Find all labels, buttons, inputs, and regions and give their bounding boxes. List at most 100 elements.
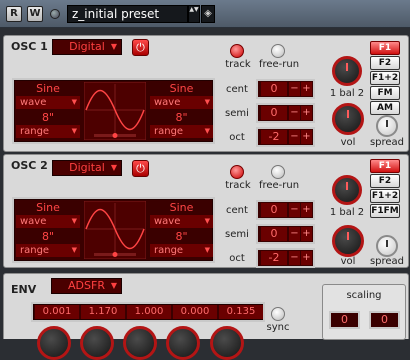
osc2-track-button[interactable] bbox=[230, 165, 244, 179]
osc2-left-wave-select[interactable]: wave ▼ bbox=[16, 215, 80, 228]
osc2-balance-knob[interactable] bbox=[332, 175, 362, 205]
env-scaling-left-value[interactable]: 0 bbox=[329, 311, 360, 329]
osc1-oct-label: oct bbox=[229, 132, 245, 143]
osc2-right-range-value: 8" bbox=[175, 230, 188, 243]
read-button[interactable]: R bbox=[6, 6, 22, 22]
env-sync-label: sync bbox=[266, 322, 290, 333]
env-sustain-value[interactable]: 1.000 bbox=[127, 305, 171, 319]
osc1-left-wave-name: Sine bbox=[36, 82, 60, 95]
env-release-value[interactable]: 0.135 bbox=[219, 305, 263, 319]
minus-icon[interactable]: − bbox=[289, 82, 300, 96]
plus-icon[interactable]: + bbox=[301, 130, 312, 144]
minus-icon[interactable]: − bbox=[289, 106, 300, 120]
env-decay-knob[interactable] bbox=[80, 326, 114, 360]
osc2-mode-f1-plus-2-button[interactable]: F1+2 bbox=[370, 189, 400, 203]
mode-am-button[interactable]: AM bbox=[370, 101, 400, 115]
osc2-left-range-field: range bbox=[20, 245, 50, 256]
osc2-left-range-select[interactable]: range ▼ bbox=[16, 244, 80, 257]
preset-name-field[interactable]: z_initial preset bbox=[67, 5, 188, 23]
minus-icon[interactable]: − bbox=[289, 251, 300, 265]
osc1-spread-label: spread bbox=[369, 137, 405, 148]
plus-icon[interactable]: + bbox=[301, 106, 312, 120]
osc2-spread-knob[interactable] bbox=[376, 235, 398, 257]
minus-icon[interactable]: − bbox=[289, 130, 300, 144]
osc2-right-range-field: range bbox=[154, 245, 184, 256]
env-attack-knob[interactable] bbox=[37, 326, 71, 360]
plus-icon[interactable]: + bbox=[301, 82, 312, 96]
osc2-right-wave-select[interactable]: wave ▼ bbox=[150, 215, 213, 228]
osc2-mode-dropdown[interactable]: Digital ▼ bbox=[52, 160, 122, 176]
osc2-semi-stepper[interactable]: 0 − + bbox=[256, 224, 315, 244]
osc2-freerun-button[interactable] bbox=[271, 165, 285, 179]
minus-icon[interactable]: − bbox=[289, 203, 300, 217]
osc2-panel: OSC 2 Digital ▼ ⏻ Sine wave ▼ 8" range ▼ Si… bbox=[3, 154, 409, 268]
env-scaling-right-value[interactable]: 0 bbox=[369, 311, 400, 329]
osc2-mode-f1fm-button[interactable]: F1FM bbox=[370, 204, 400, 218]
plus-icon[interactable]: + bbox=[301, 203, 312, 217]
osc1-volume-knob[interactable] bbox=[332, 103, 364, 135]
osc2-power-button[interactable]: ⏻ bbox=[132, 160, 149, 177]
env-attack-value[interactable]: 0.001 bbox=[35, 305, 79, 319]
osc1-right-wave-name: Sine bbox=[169, 82, 194, 95]
osc1-right-range-value: 8" bbox=[175, 111, 188, 124]
osc1-track-button[interactable] bbox=[230, 44, 244, 58]
osc1-semi-value: 0 bbox=[261, 106, 287, 120]
env-mode-dropdown[interactable]: ADSFR ▼ bbox=[51, 278, 122, 294]
preset-menu-icon[interactable]: ◈ bbox=[201, 5, 215, 23]
chevron-down-icon: ▼ bbox=[71, 98, 77, 106]
env-decay-value[interactable]: 1.170 bbox=[81, 305, 125, 319]
osc1-mode-label: Digital bbox=[69, 40, 105, 53]
osc1-volume-label: vol bbox=[340, 137, 356, 148]
mode-f1-plus-2-button[interactable]: F1+2 bbox=[370, 71, 400, 85]
osc1-balance-label: 1 bal 2 bbox=[329, 88, 365, 99]
mode-fm-button[interactable]: FM bbox=[370, 86, 400, 100]
env-sustain-knob[interactable] bbox=[123, 326, 157, 360]
env-fade-value[interactable]: 0.000 bbox=[173, 305, 217, 319]
osc2-left-range-value: 8" bbox=[41, 230, 55, 243]
osc1-cent-stepper[interactable]: 0 − + bbox=[256, 79, 315, 99]
env-sync-button[interactable] bbox=[271, 307, 285, 321]
osc2-volume-knob[interactable] bbox=[332, 225, 364, 257]
osc1-right-wave-select[interactable]: wave ▼ bbox=[150, 96, 213, 109]
osc2-mode-f1-button[interactable]: F1 bbox=[370, 159, 400, 173]
osc1-oct-stepper[interactable]: -2 − + bbox=[256, 127, 315, 147]
osc1-freerun-button[interactable] bbox=[271, 44, 285, 58]
chevron-down-icon: ▼ bbox=[71, 127, 77, 135]
osc2-track-label: track bbox=[225, 180, 251, 191]
chevron-down-icon: ▼ bbox=[204, 246, 210, 254]
osc2-oct-label: oct bbox=[229, 253, 245, 264]
minus-icon[interactable]: − bbox=[289, 227, 300, 241]
osc2-right-range-select[interactable]: range ▼ bbox=[150, 244, 213, 257]
osc2-cent-value: 0 bbox=[261, 203, 287, 217]
osc2-spread-label: spread bbox=[369, 256, 405, 267]
osc1-spread-knob[interactable] bbox=[376, 115, 398, 137]
osc1-semi-stepper[interactable]: 0 − + bbox=[256, 103, 315, 123]
osc1-wave-display: Sine wave ▼ 8" range ▼ Sine wave ▼ 8" range… bbox=[12, 78, 215, 144]
osc1-panel: OSC 1 Digital ▼ ⏻ Sine wave ▼ 8" range ▼ Si… bbox=[3, 35, 409, 152]
osc1-right-range-select[interactable]: range ▼ bbox=[150, 125, 213, 138]
osc2-cent-stepper[interactable]: 0 − + bbox=[256, 200, 315, 220]
plus-icon[interactable]: + bbox=[301, 251, 312, 265]
write-button[interactable]: W bbox=[27, 6, 43, 22]
preset-arrows-icon[interactable]: ▲▼ bbox=[188, 5, 200, 23]
mode-f1-button[interactable]: F1 bbox=[370, 41, 400, 55]
env-scaling-label: scaling bbox=[346, 290, 382, 301]
osc1-mode-dropdown[interactable]: Digital ▼ bbox=[52, 39, 122, 55]
osc1-left-range-value: 8" bbox=[41, 111, 55, 124]
osc1-right-range-field: range bbox=[154, 126, 184, 137]
plus-icon[interactable]: + bbox=[301, 227, 312, 241]
osc1-power-button[interactable]: ⏻ bbox=[132, 39, 149, 56]
osc1-left-range-select[interactable]: range ▼ bbox=[16, 125, 80, 138]
osc1-left-wave-select[interactable]: wave ▼ bbox=[16, 96, 80, 109]
env-release-knob[interactable] bbox=[210, 326, 244, 360]
osc1-right-wave-field: wave bbox=[154, 97, 181, 108]
osc2-oct-stepper[interactable]: -2 − + bbox=[256, 248, 315, 268]
osc1-waveform-graph bbox=[84, 82, 146, 140]
env-fade-knob[interactable] bbox=[166, 326, 200, 360]
mode-f2-button[interactable]: F2 bbox=[370, 56, 400, 70]
osc1-track-label: track bbox=[225, 59, 251, 70]
osc2-mode-f2-button[interactable]: F2 bbox=[370, 174, 400, 188]
osc2-right-wave-field: wave bbox=[154, 216, 181, 227]
osc1-balance-knob[interactable] bbox=[332, 56, 362, 86]
osc2-freerun-label: free-run bbox=[258, 180, 300, 191]
